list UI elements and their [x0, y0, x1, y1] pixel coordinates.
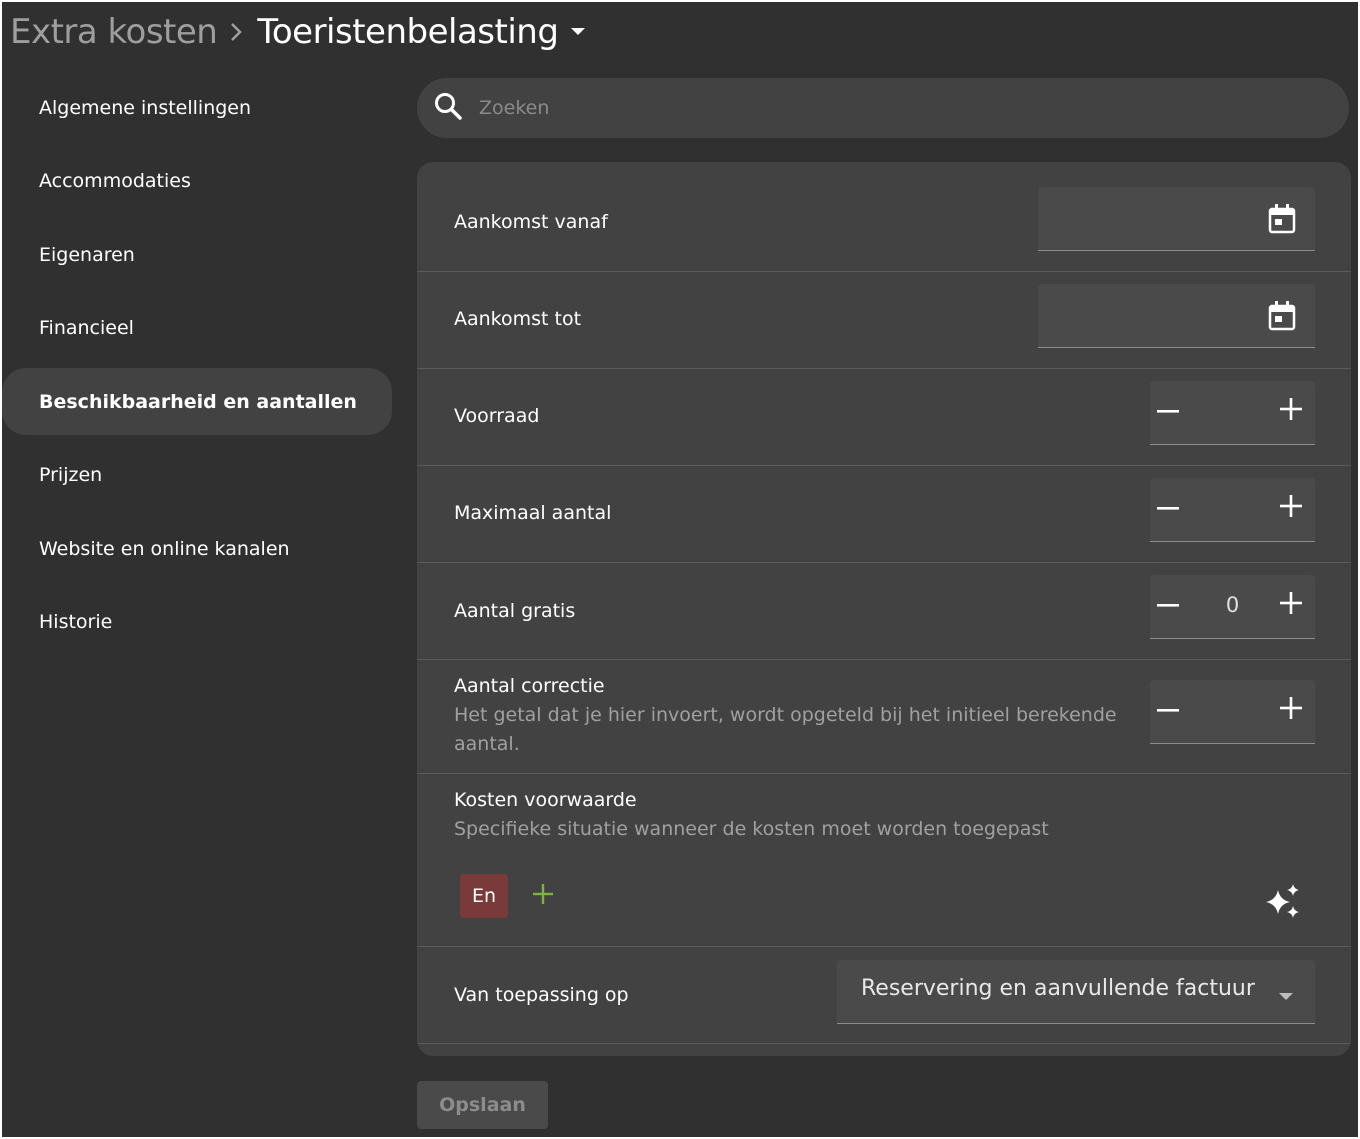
save-button[interactable]: Opslaan: [417, 1081, 548, 1129]
condition-chip-en[interactable]: En: [460, 874, 508, 918]
sparkle-icon[interactable]: [1265, 884, 1303, 924]
search-bar[interactable]: [417, 78, 1349, 138]
sidebar: Algemene instellingen Accommodaties Eige…: [2, 74, 394, 662]
plus-icon[interactable]: [1279, 591, 1303, 619]
max-count-stepper[interactable]: [1150, 478, 1315, 542]
sidebar-item-eigenaren[interactable]: Eigenaren: [2, 221, 392, 288]
minus-icon[interactable]: [1156, 698, 1180, 726]
search-icon: [433, 91, 463, 125]
row-free-count: Aantal gratis 0: [417, 563, 1351, 660]
sidebar-item-accommodaties[interactable]: Accommodaties: [2, 148, 392, 215]
minus-icon[interactable]: [1156, 496, 1180, 524]
sidebar-item-historie[interactable]: Historie: [2, 589, 392, 656]
plus-icon[interactable]: [1279, 696, 1303, 724]
arrival-to-field[interactable]: [1038, 284, 1315, 348]
stock-stepper[interactable]: [1150, 381, 1315, 445]
sidebar-item-algemene-instellingen[interactable]: Algemene instellingen: [2, 74, 392, 141]
correction-hint: Het getal dat je hier invoert, wordt opg…: [454, 704, 1117, 755]
sidebar-item-beschikbaarheid[interactable]: Beschikbaarheid en aantallen: [2, 368, 392, 435]
row-condition: Kosten voorwaarde Specifieke situatie wa…: [417, 774, 1351, 947]
applies-to-label: Van toepassing op: [454, 984, 629, 1006]
plus-icon[interactable]: [1279, 397, 1303, 425]
sidebar-item-financieel[interactable]: Financieel: [2, 295, 392, 362]
breadcrumb: Extra kosten Toeristenbelasting: [10, 8, 586, 56]
calendar-icon[interactable]: [1267, 203, 1297, 239]
add-condition-icon[interactable]: [531, 882, 555, 910]
breadcrumb-current: Toeristenbelasting: [257, 12, 559, 52]
search-input[interactable]: [479, 97, 1279, 119]
sidebar-item-prijzen[interactable]: Prijzen: [2, 442, 392, 509]
settings-card: Aankomst vanaf Aankomst tot Voorraad Max…: [417, 162, 1351, 1056]
condition-hint: Specifieke situatie wanneer de kosten mo…: [454, 818, 1049, 840]
caret-down-icon[interactable]: [570, 27, 586, 37]
arrival-to-label: Aankomst tot: [454, 308, 582, 330]
caret-down-icon: [1279, 986, 1293, 1005]
applies-to-select[interactable]: Reservering en aanvullende factuur: [837, 960, 1315, 1024]
plus-icon[interactable]: [1279, 494, 1303, 522]
row-arrival-to: Aankomst tot: [417, 272, 1351, 369]
app-window: Extra kosten Toeristenbelasting Algemene…: [2, 2, 1358, 1137]
free-count-label: Aantal gratis: [454, 600, 576, 622]
stock-label: Voorraad: [454, 405, 540, 427]
breadcrumb-parent[interactable]: Extra kosten: [10, 12, 218, 52]
calendar-icon[interactable]: [1267, 300, 1297, 336]
row-correction: Aantal correctie Het getal dat je hier i…: [417, 660, 1351, 774]
chevron-right-icon: [229, 21, 243, 43]
sidebar-item-website[interactable]: Website en online kanalen: [2, 515, 392, 582]
max-count-label: Maximaal aantal: [454, 502, 612, 524]
arrival-from-field[interactable]: [1038, 187, 1315, 251]
row-arrival-from: Aankomst vanaf: [417, 162, 1351, 272]
arrival-from-label: Aankomst vanaf: [454, 211, 608, 233]
condition-label: Kosten voorwaarde: [454, 789, 637, 811]
applies-to-value: Reservering en aanvullende factuur: [861, 976, 1255, 1001]
row-max-count: Maximaal aantal: [417, 466, 1351, 563]
correction-stepper[interactable]: [1150, 680, 1315, 744]
minus-icon[interactable]: [1156, 399, 1180, 427]
row-stock: Voorraad: [417, 369, 1351, 466]
correction-label: Aantal correctie: [454, 675, 605, 697]
free-count-stepper[interactable]: 0: [1150, 575, 1315, 639]
